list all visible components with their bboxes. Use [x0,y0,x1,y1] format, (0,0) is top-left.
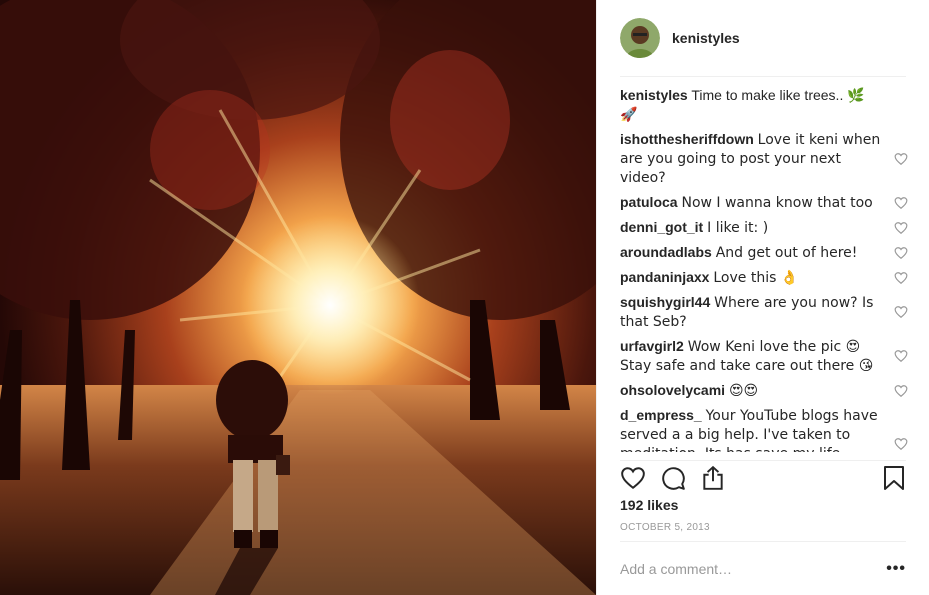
comment-like-icon[interactable] [894,221,908,235]
post-author[interactable]: kenistyles [672,30,740,46]
post-photo[interactable] [0,0,596,595]
comment-row: ohsolovelycami 😍😍 [620,381,910,400]
comment-user[interactable]: squishygirl44 [620,294,710,310]
comment-row: denni_got_it I like it: ) [620,218,910,237]
comment-text: Now I wanna know that too [681,195,873,211]
comment-user[interactable]: pandaninjaxx [620,269,709,285]
comment-like-icon[interactable] [894,305,908,319]
caption: kenistyles Time to make like trees.. 🌿🚀 [620,86,910,124]
comment-row: squishygirl44 Where are you now? Is that… [620,293,910,331]
post-header: kenistyles [620,0,906,77]
more-options-button[interactable]: ••• [886,560,906,578]
comment-user[interactable]: ishotthesheriffdown [620,131,754,147]
comment-text: I like it: ) [707,220,769,236]
action-bar [620,460,906,490]
like-icon[interactable] [620,465,646,491]
comment-row: aroundadlabs And get out of here! [620,243,910,262]
post-sidebar: kenistyles kenistyles Time to make like … [596,0,929,595]
comment-row: urfavgirl2 Wow Keni love the pic 😍 Stay … [620,337,910,375]
comment-text: Love this 👌 [713,270,799,286]
comment-like-icon[interactable] [894,152,908,166]
comment-user[interactable]: urfavgirl2 [620,338,684,354]
caption-text: Time to make like trees.. [691,87,844,103]
caption-user[interactable]: kenistyles [620,87,688,103]
comment-user[interactable]: aroundadlabs [620,244,712,260]
comment-like-icon[interactable] [894,271,908,285]
instagram-post: kenistyles kenistyles Time to make like … [0,0,929,595]
comment-row: d_empress_ Your YouTube blogs have serve… [620,406,910,452]
comment-user[interactable]: ohsolovelycami [620,382,725,398]
comment-like-icon[interactable] [894,437,908,451]
like-count[interactable]: 192 likes [620,497,678,513]
avatar[interactable] [620,18,660,58]
comment-user[interactable]: d_empress_ [620,407,702,423]
comment-like-icon[interactable] [894,196,908,210]
comment-user[interactable]: denni_got_it [620,219,703,235]
comment-input[interactable] [620,560,870,577]
comment-text: 😍😍 [728,383,759,399]
comment-row: pandaninjaxx Love this 👌 [620,268,910,287]
comment-like-icon[interactable] [894,246,908,260]
add-comment-bar: ••• [620,541,906,595]
comment-like-icon[interactable] [894,384,908,398]
share-icon[interactable] [700,465,726,491]
post-date[interactable]: OCTOBER 5, 2013 [620,522,710,533]
comment-row: ishotthesheriffdown Love it keni when ar… [620,130,910,187]
sunburst-photo [0,0,596,595]
comment-text: And get out of here! [715,245,858,261]
bookmark-icon[interactable] [882,465,906,491]
comment-row: patuloca Now I wanna know that too [620,193,910,212]
comment-like-icon[interactable] [894,349,908,363]
comment-user[interactable]: patuloca [620,194,678,210]
comments-list[interactable]: kenistyles Time to make like trees.. 🌿🚀 … [620,86,910,452]
comment-icon[interactable] [660,465,686,491]
